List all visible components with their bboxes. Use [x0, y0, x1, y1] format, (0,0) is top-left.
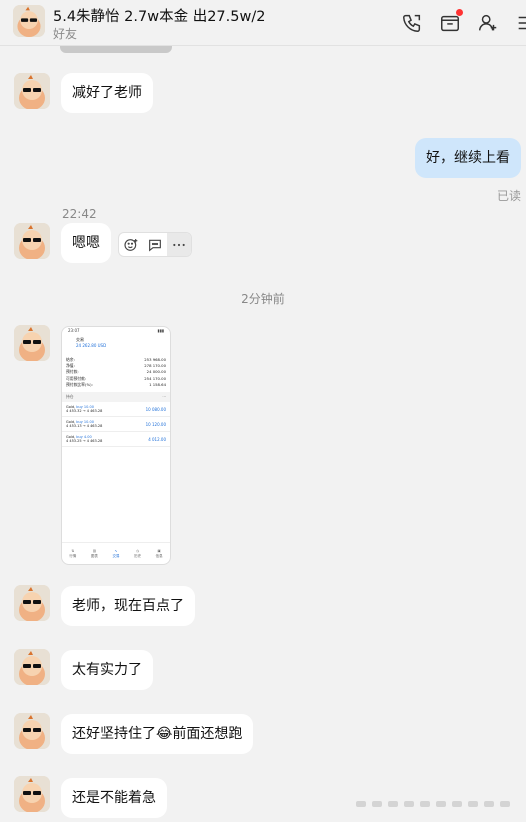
trade-header: 交易 24 262.80 USD [76, 337, 107, 348]
chat-header: 5.4朱静怡 2.7w本金 出27.5w/2 好友 [0, 0, 526, 46]
position-row: Gold, buy 10.00 4 453.32 → 4 463.28 10 08… [62, 402, 170, 418]
contact-avatar[interactable] [14, 325, 50, 361]
phone-bottom-nav: ⇅ 行情 ▥ 图表 ∿ 交易 ◷ 历史 ▣ 信息 [62, 542, 170, 564]
emoji-react-icon[interactable] [119, 233, 143, 256]
message-time: 22:42 [62, 207, 97, 221]
message-bubble[interactable]: 还是不能着急 [61, 778, 167, 818]
scroll-indicator [356, 796, 516, 810]
my-message-bubble[interactable]: 好，继续上看 [415, 138, 521, 178]
phone-status-bar: 23:07 ▮▮▮ [68, 328, 164, 333]
notification-dot [456, 9, 463, 16]
more-menu-icon[interactable] [515, 12, 526, 34]
add-friend-icon[interactable] [477, 12, 499, 34]
message-bubble[interactable]: 还好坚持住了😂前面还想跑 [61, 714, 254, 754]
position-row: Gold, buy 4.00 4 453.25 → 4 463.28 4 012.… [62, 432, 170, 448]
contact-avatar[interactable] [13, 5, 45, 37]
position-row: Gold, buy 10.00 4 453.13 → 4 463.28 10 12… [62, 417, 170, 433]
chat-subtitle: 好友 [53, 27, 78, 41]
center-timestamp: 2分钟前 [241, 292, 285, 306]
contact-avatar[interactable] [14, 713, 50, 749]
folder-icon[interactable] [439, 9, 463, 34]
more-icon[interactable] [167, 233, 191, 256]
message-actions [118, 232, 192, 257]
contact-avatar[interactable] [14, 585, 50, 621]
message-bubble[interactable]: 太有实力了 [61, 650, 153, 690]
read-status: 已读 [496, 189, 521, 203]
message-bubble[interactable]: 减好了老师 [61, 73, 153, 113]
contact-avatar[interactable] [14, 73, 50, 109]
reply-icon[interactable] [143, 233, 167, 256]
laughing-emoji-icon: 😂 [156, 726, 173, 742]
contact-avatar[interactable] [14, 649, 50, 685]
contact-avatar[interactable] [14, 776, 50, 812]
image-message[interactable]: 23:07 ▮▮▮ 交易 24 262.80 USD 结余: 253 968.00… [61, 326, 171, 565]
contact-avatar[interactable] [14, 223, 50, 259]
chat-title: 5.4朱静怡 2.7w本金 出27.5w/2 [53, 9, 266, 25]
phone-icon[interactable] [401, 12, 423, 34]
positions-header: 持仓 ··· [62, 392, 170, 403]
message-bubble[interactable]: 老师，现在百点了 [61, 586, 195, 626]
message-bubble[interactable]: 嗯嗯 [61, 223, 111, 263]
